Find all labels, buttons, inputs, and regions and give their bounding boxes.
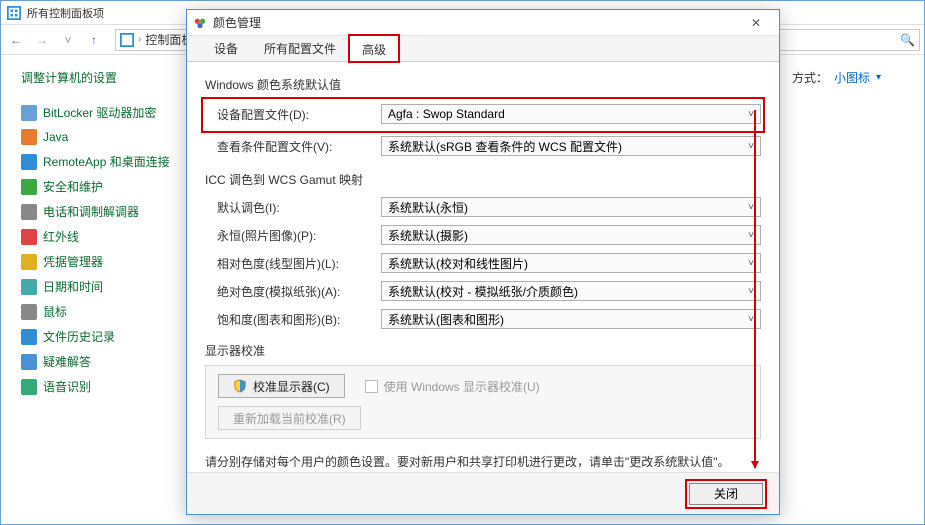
use-windows-calib-checkbox[interactable]: 使用 Windows 显示器校准(U)	[365, 378, 540, 395]
cp-right-panel: 方式： 小图标 ▾	[784, 55, 924, 524]
close-button-label: 关闭	[714, 485, 738, 502]
cp-item-label: 日期和时间	[43, 278, 103, 295]
device-profile-row: 设备配置文件(D): Agfa : Swop Standard ˅	[205, 101, 761, 127]
section-icc-wcs: ICC 调色到 WCS Gamut 映射	[205, 171, 761, 188]
chevron-right-icon: ›	[138, 34, 141, 45]
view-mode-link[interactable]: 小图标	[834, 69, 870, 86]
saturation-select[interactable]: 系统默认(图表和图形)˅	[381, 309, 761, 329]
row-label: 相对色度(线型图片)(L):	[205, 255, 381, 272]
device-profile-value: Agfa : Swop Standard	[388, 107, 505, 121]
row-value: 系统默认(校对和线性图片)	[388, 255, 528, 272]
color-management-dialog: 颜色管理 ✕ 设备 所有配置文件 高级 Windows 颜色系统默认值 设备配置…	[186, 9, 780, 515]
history-dropdown[interactable]: ˅	[57, 29, 79, 51]
calibration-panel: 校准显示器(C) 使用 Windows 显示器校准(U) 重新加载当前校准(R)	[205, 365, 761, 439]
close-button-highlight: 关闭	[687, 481, 765, 507]
relative-select[interactable]: 系统默认(校对和线性图片)˅	[381, 253, 761, 273]
forward-button[interactable]: →	[31, 29, 53, 51]
dialog-close-x[interactable]: ✕	[739, 13, 773, 33]
checkbox-box	[365, 380, 378, 393]
search-input[interactable]: 搜索控制面板 🔍	[770, 29, 920, 51]
device-profile-select[interactable]: Agfa : Swop Standard ˅	[381, 104, 761, 124]
tab-advanced[interactable]: 高级	[349, 35, 399, 62]
up-button[interactable]: ↑	[83, 29, 105, 51]
cp-item-label: 电话和调制解调器	[43, 203, 139, 220]
viewing-cond-row: 查看条件配置文件(V): 系统默认(sRGB 查看条件的 WCS 配置文件) ˅	[205, 133, 761, 159]
cp-item-label: 鼠标	[43, 303, 67, 320]
calibrate-display-button[interactable]: 校准显示器(C)	[218, 374, 345, 398]
reload-calib-button: 重新加载当前校准(R)	[218, 406, 361, 430]
dialog-titlebar: 颜色管理 ✕	[187, 10, 779, 36]
absolute-row: 绝对色度(模拟纸张)(A): 系统默认(校对 - 模拟纸张/介质颜色)˅	[205, 278, 761, 304]
chevron-down-icon[interactable]: ▾	[876, 72, 881, 83]
note-text: 请分别存储对每个用户的颜色设置。要对新用户和共享打印机进行更改，请单击"更改系统…	[205, 453, 761, 471]
saturation-row: 饱和度(图表和图形)(B): 系统默认(图表和图形)˅	[205, 306, 761, 332]
shield-icon	[233, 379, 247, 393]
cp-item-label: 语音识别	[43, 378, 91, 395]
color-mgmt-icon	[193, 16, 207, 30]
back-button[interactable]: ←	[5, 29, 27, 51]
cp-item-label: BitLocker 驱动器加密	[43, 104, 156, 121]
row-label: 饱和度(图表和图形)(B):	[205, 311, 381, 328]
reload-calib-label: 重新加载当前校准(R)	[233, 410, 346, 427]
cp-item-label: 凭据管理器	[43, 253, 103, 270]
perceptual-row: 永恒(照片图像)(P): 系统默认(摄影)˅	[205, 222, 761, 248]
row-value: 系统默认(摄影)	[388, 227, 468, 244]
cp-item-label: 疑难解答	[43, 353, 91, 370]
calibrate-label: 校准显示器(C)	[253, 378, 330, 395]
viewing-cond-select[interactable]: 系统默认(sRGB 查看条件的 WCS 配置文件) ˅	[381, 136, 761, 156]
relative-row: 相对色度(线型图片)(L): 系统默认(校对和线性图片)˅	[205, 250, 761, 276]
section-windows-defaults: Windows 颜色系统默认值	[205, 76, 761, 93]
dialog-title: 颜色管理	[213, 14, 261, 31]
control-panel-icon	[7, 6, 21, 20]
cp-item-label: 安全和维护	[43, 178, 103, 195]
row-label: 默认调色(I):	[205, 199, 381, 216]
row-value: 系统默认(图表和图形)	[388, 311, 504, 328]
row-label: 绝对色度(模拟纸张)(A):	[205, 283, 381, 300]
cp-item-label: Java	[43, 130, 68, 144]
viewing-cond-label: 查看条件配置文件(V):	[205, 138, 381, 155]
cp-item-label: RemoteApp 和桌面连接	[43, 153, 170, 170]
row-value: 系统默认(永恒)	[388, 199, 468, 216]
row-value: 系统默认(校对 - 模拟纸张/介质颜色)	[388, 283, 578, 300]
absolute-select[interactable]: 系统默认(校对 - 模拟纸张/介质颜色)˅	[381, 281, 761, 301]
perceptual-select[interactable]: 系统默认(摄影)˅	[381, 225, 761, 245]
search-icon: 🔍	[900, 33, 915, 47]
calib-row1: 校准显示器(C) 使用 Windows 显示器校准(U)	[218, 374, 748, 398]
tabs: 设备 所有配置文件 高级	[187, 36, 779, 62]
default-intent-row: 默认调色(I): 系统默认(永恒)˅	[205, 194, 761, 220]
cp-item-label: 文件历史记录	[43, 328, 115, 345]
dialog-body: Windows 颜色系统默认值 设备配置文件(D): Agfa : Swop S…	[187, 62, 779, 472]
tab-devices[interactable]: 设备	[201, 34, 251, 61]
row-label: 永恒(照片图像)(P):	[205, 227, 381, 244]
calib-title: 显示器校准	[205, 342, 761, 359]
folder-icon	[120, 33, 134, 47]
annotation-arrow-down	[754, 110, 756, 468]
tab-all-profiles[interactable]: 所有配置文件	[251, 34, 349, 61]
cp-item-label: 红外线	[43, 228, 79, 245]
checkbox-label: 使用 Windows 显示器校准(U)	[384, 378, 540, 395]
dialog-footer: 关闭	[187, 472, 779, 514]
viewing-cond-value: 系统默认(sRGB 查看条件的 WCS 配置文件)	[388, 138, 622, 155]
cp-title: 所有控制面板项	[27, 5, 104, 21]
device-profile-label: 设备配置文件(D):	[205, 106, 381, 123]
calib-row2: 重新加载当前校准(R)	[218, 406, 748, 430]
view-label: 方式：	[792, 69, 828, 86]
close-button[interactable]: 关闭	[689, 483, 763, 505]
device-profile-row-highlight: 设备配置文件(D): Agfa : Swop Standard ˅	[203, 99, 763, 131]
default-intent-select[interactable]: 系统默认(永恒)˅	[381, 197, 761, 217]
